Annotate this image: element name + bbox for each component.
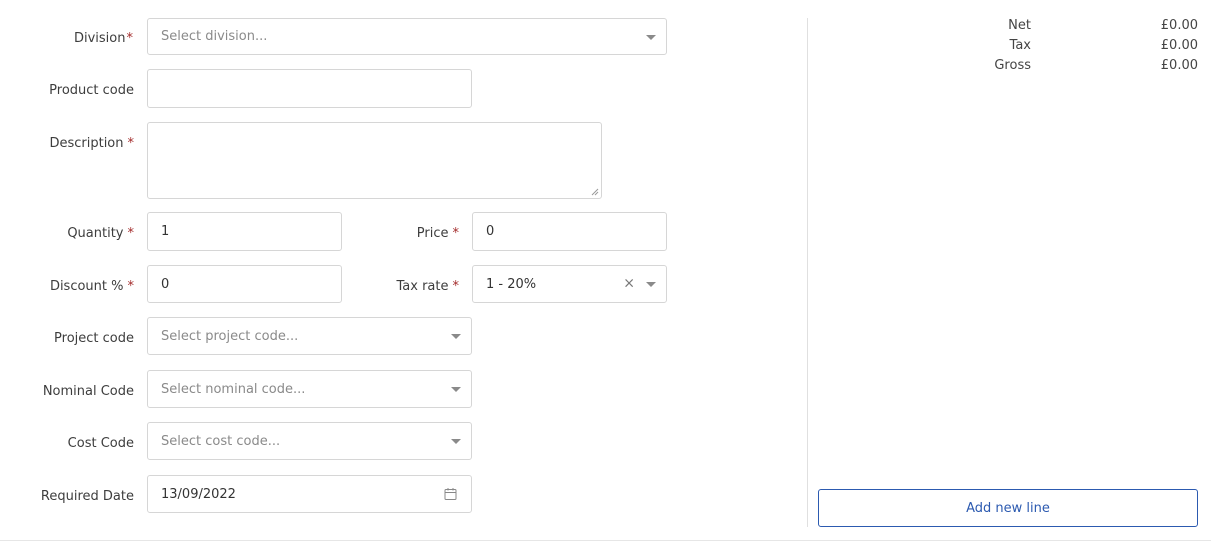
- division-select[interactable]: Select division...: [147, 18, 667, 55]
- project-code-placeholder: Select project code...: [161, 328, 299, 344]
- product-code-input[interactable]: [147, 69, 472, 108]
- cost-code-label: Cost Code: [67, 436, 134, 451]
- description-label: Description *: [49, 136, 134, 151]
- chevron-down-icon[interactable]: [646, 282, 656, 287]
- chevron-down-icon: [451, 334, 461, 339]
- tax-rate-value: 1 - 20%: [486, 276, 537, 292]
- nominal-code-select[interactable]: Select nominal code...: [147, 370, 472, 408]
- bottom-divider: [0, 540, 1211, 541]
- totals-row-gross: Gross £0.00: [818, 58, 1198, 78]
- chevron-down-icon: [451, 387, 461, 392]
- project-code-label: Project code: [54, 331, 134, 346]
- division-placeholder: Select division...: [161, 29, 268, 44]
- required-mark: *: [127, 226, 135, 241]
- totals-value: £0.00: [1160, 18, 1198, 33]
- required-mark: *: [127, 279, 135, 294]
- required-mark: *: [127, 136, 135, 151]
- resize-handle-icon[interactable]: [591, 188, 599, 196]
- required-date-input[interactable]: 13/09/2022: [147, 475, 472, 513]
- totals-row-net: Net £0.00: [818, 18, 1198, 38]
- description-textarea[interactable]: [147, 122, 602, 199]
- cost-code-placeholder: Select cost code...: [161, 433, 281, 449]
- required-date-label: Required Date: [40, 489, 134, 504]
- discount-input[interactable]: 0: [147, 265, 342, 303]
- price-input[interactable]: 0: [472, 212, 667, 251]
- required-mark: *: [452, 279, 460, 294]
- division-label: Division*: [73, 31, 134, 46]
- quantity-label: Quantity *: [67, 226, 134, 241]
- project-code-select[interactable]: Select project code...: [147, 317, 472, 355]
- totals-value: £0.00: [1160, 38, 1198, 53]
- required-mark: *: [126, 31, 134, 46]
- tax-rate-select[interactable]: 1 - 20% ×: [472, 265, 667, 303]
- discount-label: Discount % *: [49, 279, 135, 294]
- tax-rate-label: Tax rate *: [396, 279, 460, 294]
- line-item-form: Division* Select division... Product cod…: [0, 0, 807, 544]
- totals-label: Gross: [994, 58, 1031, 73]
- product-code-label: Product code: [49, 83, 134, 98]
- totals-label: Tax: [1009, 38, 1031, 53]
- calendar-icon[interactable]: [444, 488, 457, 501]
- chevron-down-icon: [451, 439, 461, 444]
- nominal-code-placeholder: Select nominal code...: [161, 381, 306, 397]
- required-mark: *: [452, 226, 460, 241]
- clear-icon[interactable]: ×: [623, 277, 635, 291]
- cost-code-select[interactable]: Select cost code...: [147, 422, 472, 460]
- totals-row-tax: Tax £0.00: [818, 38, 1198, 58]
- quantity-input[interactable]: 1: [147, 212, 342, 251]
- nominal-code-label: Nominal Code: [42, 384, 134, 399]
- totals-value: £0.00: [1160, 58, 1198, 73]
- price-label: Price *: [416, 226, 460, 241]
- add-new-line-button[interactable]: Add new line: [818, 489, 1198, 527]
- chevron-down-icon: [646, 34, 656, 40]
- totals-label: Net: [1008, 18, 1031, 33]
- panel-divider: [807, 18, 808, 527]
